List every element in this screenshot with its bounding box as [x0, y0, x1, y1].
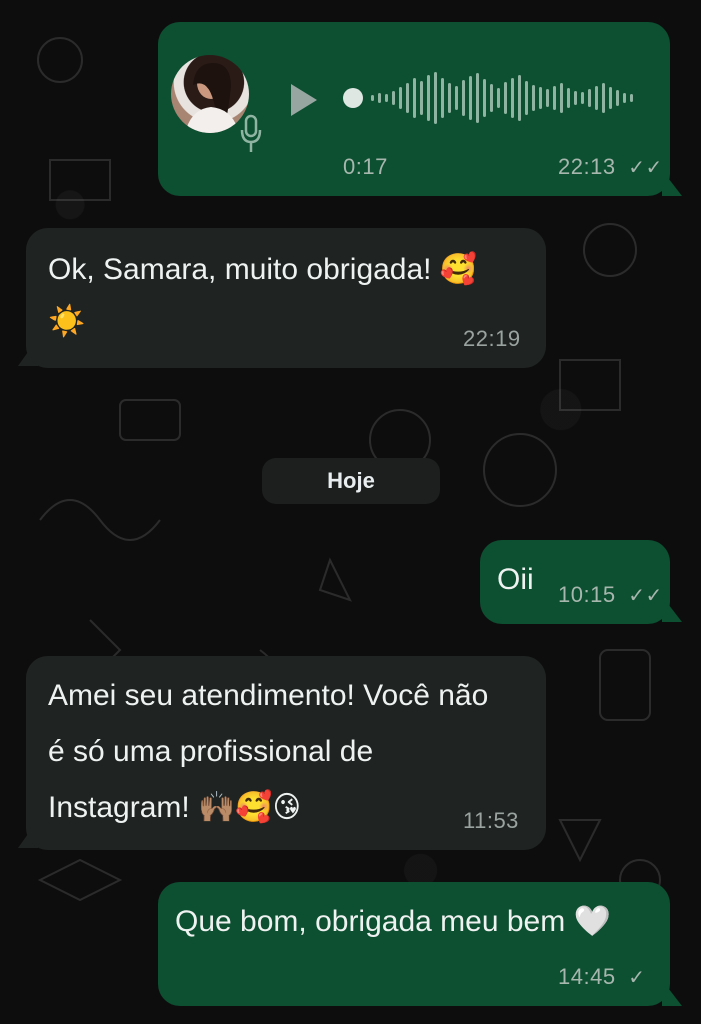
bubble-tail [662, 980, 682, 1006]
message-text: Que bom, obrigada meu bem 🤍 [175, 905, 611, 938]
waveform-bar [518, 75, 521, 121]
bubble-tail [662, 596, 682, 622]
waveform-bar [455, 86, 458, 110]
waveform-bar [427, 75, 430, 121]
outgoing-message[interactable]: Que bom, obrigada meu bem 🤍 14:45 ✓ [158, 882, 670, 1006]
waveform-bar [560, 83, 563, 113]
audio-duration: 0:17 [343, 154, 388, 179]
waveform-bar [588, 89, 591, 107]
waveform-bar [595, 86, 598, 110]
message-text: Instagram! 🙌🏽🥰😘 [48, 791, 301, 824]
waveform-bar [490, 84, 493, 112]
waveform-bar [623, 93, 626, 103]
message-text: ☀️ [48, 305, 86, 338]
double-check-icon: ✓✓ [628, 585, 663, 607]
waveform-bar [539, 87, 542, 109]
incoming-message[interactable]: Ok, Samara, muito obrigada! 🥰 ☀️ 22:19 [26, 228, 546, 368]
waveform-bar [413, 78, 416, 118]
date-separator: Hoje [262, 458, 440, 504]
waveform-bar [476, 73, 479, 123]
waveform-bar [630, 94, 633, 102]
waveform-bar [567, 88, 570, 108]
waveform-bar [392, 91, 395, 105]
sender-avatar [171, 55, 249, 133]
audio-waveform[interactable] [341, 66, 641, 130]
waveform-bar [483, 79, 486, 117]
incoming-message[interactable]: Amei seu atendimento! Você não é só uma … [26, 656, 546, 850]
waveform-bar [616, 90, 619, 106]
outgoing-message[interactable]: Oii 10:15 ✓✓ [480, 540, 670, 624]
microphone-icon [240, 114, 262, 159]
message-text: é só uma profissional de [48, 735, 374, 768]
message-time: 22:19 [463, 326, 521, 351]
waveform-bar [497, 88, 500, 108]
audio-message-bubble[interactable]: 0:17 22:13 ✓✓ [158, 22, 670, 196]
message-text: Ok, Samara, muito obrigada! 🥰 [48, 253, 478, 286]
bubble-tail [662, 170, 682, 196]
message-text: Oii [497, 563, 534, 596]
waveform-bar [371, 95, 374, 101]
waveform-bar [581, 92, 584, 104]
waveform-bar [546, 89, 549, 107]
waveform-bar [553, 86, 556, 110]
waveform-bar [504, 82, 507, 114]
waveform-bar [385, 94, 388, 102]
message-time: 22:13 ✓✓ [558, 154, 663, 179]
double-check-icon: ✓✓ [628, 157, 663, 179]
waveform-bar [378, 93, 381, 103]
waveform-bar [420, 81, 423, 115]
message-time: 14:45 ✓ [558, 964, 646, 989]
message-time: 10:15 ✓✓ [558, 582, 663, 607]
waveform-bar [469, 76, 472, 120]
waveform-bar [511, 78, 514, 118]
waveform-bar [434, 72, 437, 124]
waveform-bar [448, 83, 451, 113]
waveform-bar [574, 91, 577, 105]
waveform-bar [406, 83, 409, 113]
check-icon: ✓ [628, 967, 646, 989]
waveform-bar [609, 87, 612, 109]
waveform-bar [525, 81, 528, 115]
waveform-bar [462, 80, 465, 116]
play-icon[interactable] [289, 82, 319, 123]
waveform-bar [399, 87, 402, 109]
message-text: Amei seu atendimento! Você não [48, 679, 489, 712]
message-time: 11:53 [463, 808, 519, 833]
waveform-bar [441, 78, 444, 118]
waveform-bar [532, 85, 535, 111]
waveform-bar [602, 83, 605, 113]
